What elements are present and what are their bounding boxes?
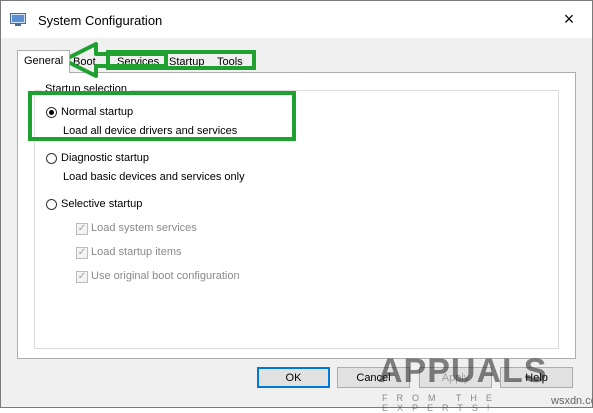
highlight-normal-startup-box (28, 91, 296, 141)
watermark-brand: APPUALS (378, 352, 548, 390)
use-original-boot-label: Use original boot configuration (91, 270, 240, 282)
diagnostic-startup-label: Diagnostic startup (61, 152, 150, 164)
title-bar[interactable]: System Configuration × (1, 1, 592, 38)
tab-general[interactable]: General (17, 50, 71, 73)
ok-button[interactable]: OK (257, 367, 330, 388)
use-original-boot-checkbox[interactable]: ✓ (76, 271, 88, 283)
close-button[interactable]: × (546, 1, 592, 38)
selective-startup-label: Selective startup (61, 198, 143, 210)
window-title: System Configuration (38, 13, 163, 28)
green-arrow-icon (62, 42, 168, 78)
load-system-services-checkbox[interactable]: ✓ (76, 223, 88, 235)
diagnostic-startup-radio[interactable] (46, 153, 57, 164)
selective-startup-radio[interactable] (46, 199, 57, 210)
site-watermark: wsxdn.com (551, 395, 593, 407)
load-startup-items-checkbox[interactable]: ✓ (76, 247, 88, 259)
diagnostic-startup-description: Load basic devices and services only (63, 171, 245, 183)
close-icon: × (563, 9, 575, 29)
system-configuration-icon (10, 13, 26, 26)
load-system-services-label: Load system services (91, 222, 197, 234)
load-startup-items-label: Load startup items (91, 246, 182, 258)
